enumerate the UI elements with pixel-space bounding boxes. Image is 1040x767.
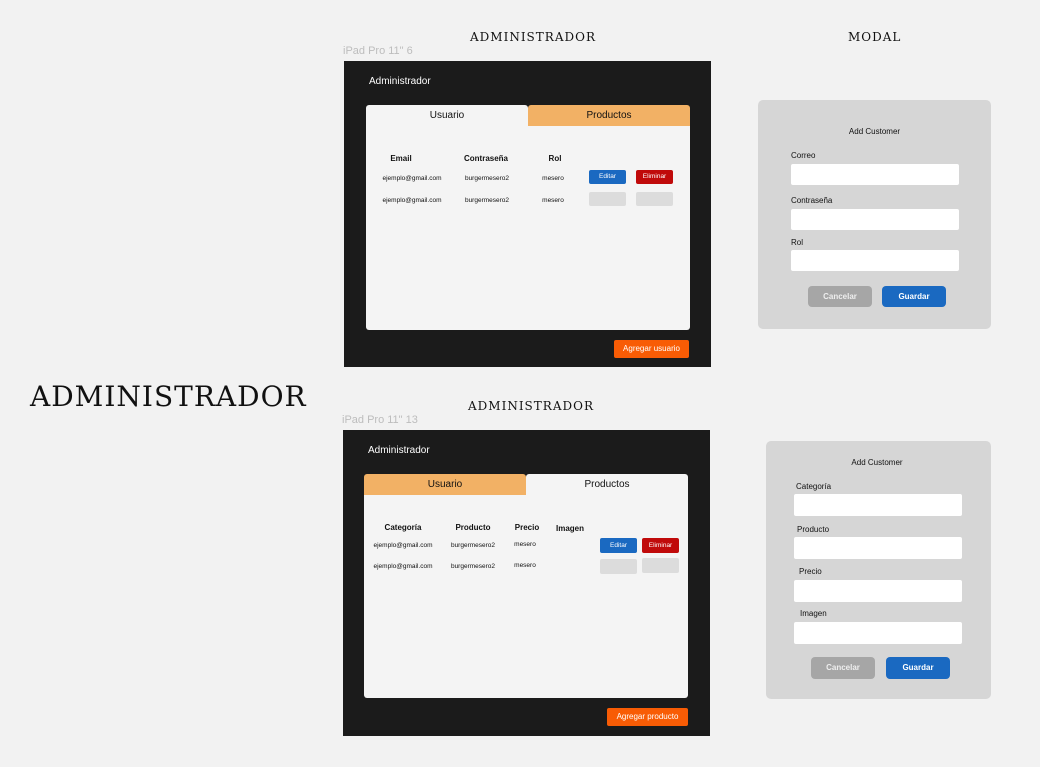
tab-usuario[interactable]: Usuario (364, 474, 526, 495)
cell-password: burgermesero2 (464, 175, 510, 182)
column-header-category: Categoría (384, 523, 422, 532)
field-label-imagen: Imagen (800, 609, 827, 618)
edit-button-placeholder[interactable] (600, 559, 637, 574)
cell-category: ejemplo@gmail.com (373, 563, 433, 570)
section1-heading: ADMINISTRADOR (470, 30, 596, 44)
frame1-label: iPad Pro 11" 6 (343, 45, 413, 57)
column-header-price: Precio (514, 523, 540, 532)
column-header-image: Imagen (555, 524, 584, 533)
correo-input[interactable] (791, 164, 959, 185)
modal-title: Add Customer (851, 458, 903, 467)
app-title: Administrador (369, 76, 431, 87)
field-label-producto: Producto (797, 525, 830, 534)
add-customer-modal-users: Add Customer Correo Contraseña Rol Cance… (758, 100, 991, 329)
cancel-button[interactable]: Cancelar (811, 657, 875, 679)
save-button[interactable]: Guardar (882, 286, 946, 307)
save-button[interactable]: Guardar (886, 657, 950, 679)
producto-input[interactable] (794, 537, 962, 559)
tab-usuario[interactable]: Usuario (366, 105, 528, 126)
cell-role: mesero (542, 197, 564, 204)
cancel-button[interactable]: Cancelar (808, 286, 872, 307)
categoria-input[interactable] (794, 494, 962, 516)
cell-product: burgermesero2 (450, 563, 496, 570)
add-customer-modal-products: Add Customer Categoría Producto Precio I… (766, 441, 991, 699)
field-label-precio: Precio (799, 567, 822, 576)
admin-frame-users: Administrador Usuario Productos Email Co… (344, 61, 711, 367)
frame2-label: iPad Pro 11" 13 (342, 414, 418, 426)
tab-productos[interactable]: Productos (526, 474, 688, 495)
field-label-correo: Correo (791, 151, 816, 160)
delete-button-placeholder[interactable] (642, 558, 679, 573)
cell-password: burgermesero2 (464, 197, 510, 204)
cell-product: burgermesero2 (450, 542, 496, 549)
cell-email: ejemplo@gmail.com (382, 197, 442, 204)
cell-price: mesero (514, 541, 536, 548)
cell-email: ejemplo@gmail.com (382, 175, 442, 182)
column-header-role: Rol (548, 154, 562, 163)
cell-role: mesero (542, 175, 564, 182)
field-label-contrasena: Contraseña (791, 196, 833, 205)
modal-heading: MODAL (848, 30, 902, 44)
cell-price: mesero (514, 562, 536, 569)
app-title: Administrador (368, 445, 430, 456)
edit-button-placeholder[interactable] (589, 192, 626, 206)
contrasena-input[interactable] (791, 209, 959, 230)
delete-button[interactable]: Eliminar (642, 538, 679, 553)
precio-input[interactable] (794, 580, 962, 602)
edit-button[interactable]: Editar (600, 538, 637, 553)
page-heading: ADMINISTRADOR (30, 380, 307, 413)
column-header-product: Producto (455, 523, 491, 532)
column-header-password: Contraseña (463, 154, 508, 163)
modal-title: Add Customer (848, 127, 901, 136)
edit-button[interactable]: Editar (589, 170, 626, 184)
tab-productos[interactable]: Productos (528, 105, 690, 126)
section2-heading: ADMINISTRADOR (468, 399, 594, 413)
admin-frame-products: Administrador Usuario Productos Categorí… (343, 430, 710, 736)
products-table-panel: Categoría Producto Precio Imagen ejemplo… (364, 495, 688, 698)
delete-button[interactable]: Eliminar (636, 170, 673, 184)
field-label-rol: Rol (791, 238, 804, 247)
add-product-button[interactable]: Agregar producto (607, 708, 688, 726)
add-user-button[interactable]: Agregar usuario (614, 340, 689, 358)
rol-input[interactable] (791, 250, 959, 271)
cell-category: ejemplo@gmail.com (373, 542, 433, 549)
users-table-panel: Email Contraseña Rol ejemplo@gmail.com b… (366, 126, 690, 330)
field-label-categoria: Categoría (796, 482, 832, 491)
imagen-input[interactable] (794, 622, 962, 644)
column-header-email: Email (390, 154, 412, 163)
delete-button-placeholder[interactable] (636, 192, 673, 206)
